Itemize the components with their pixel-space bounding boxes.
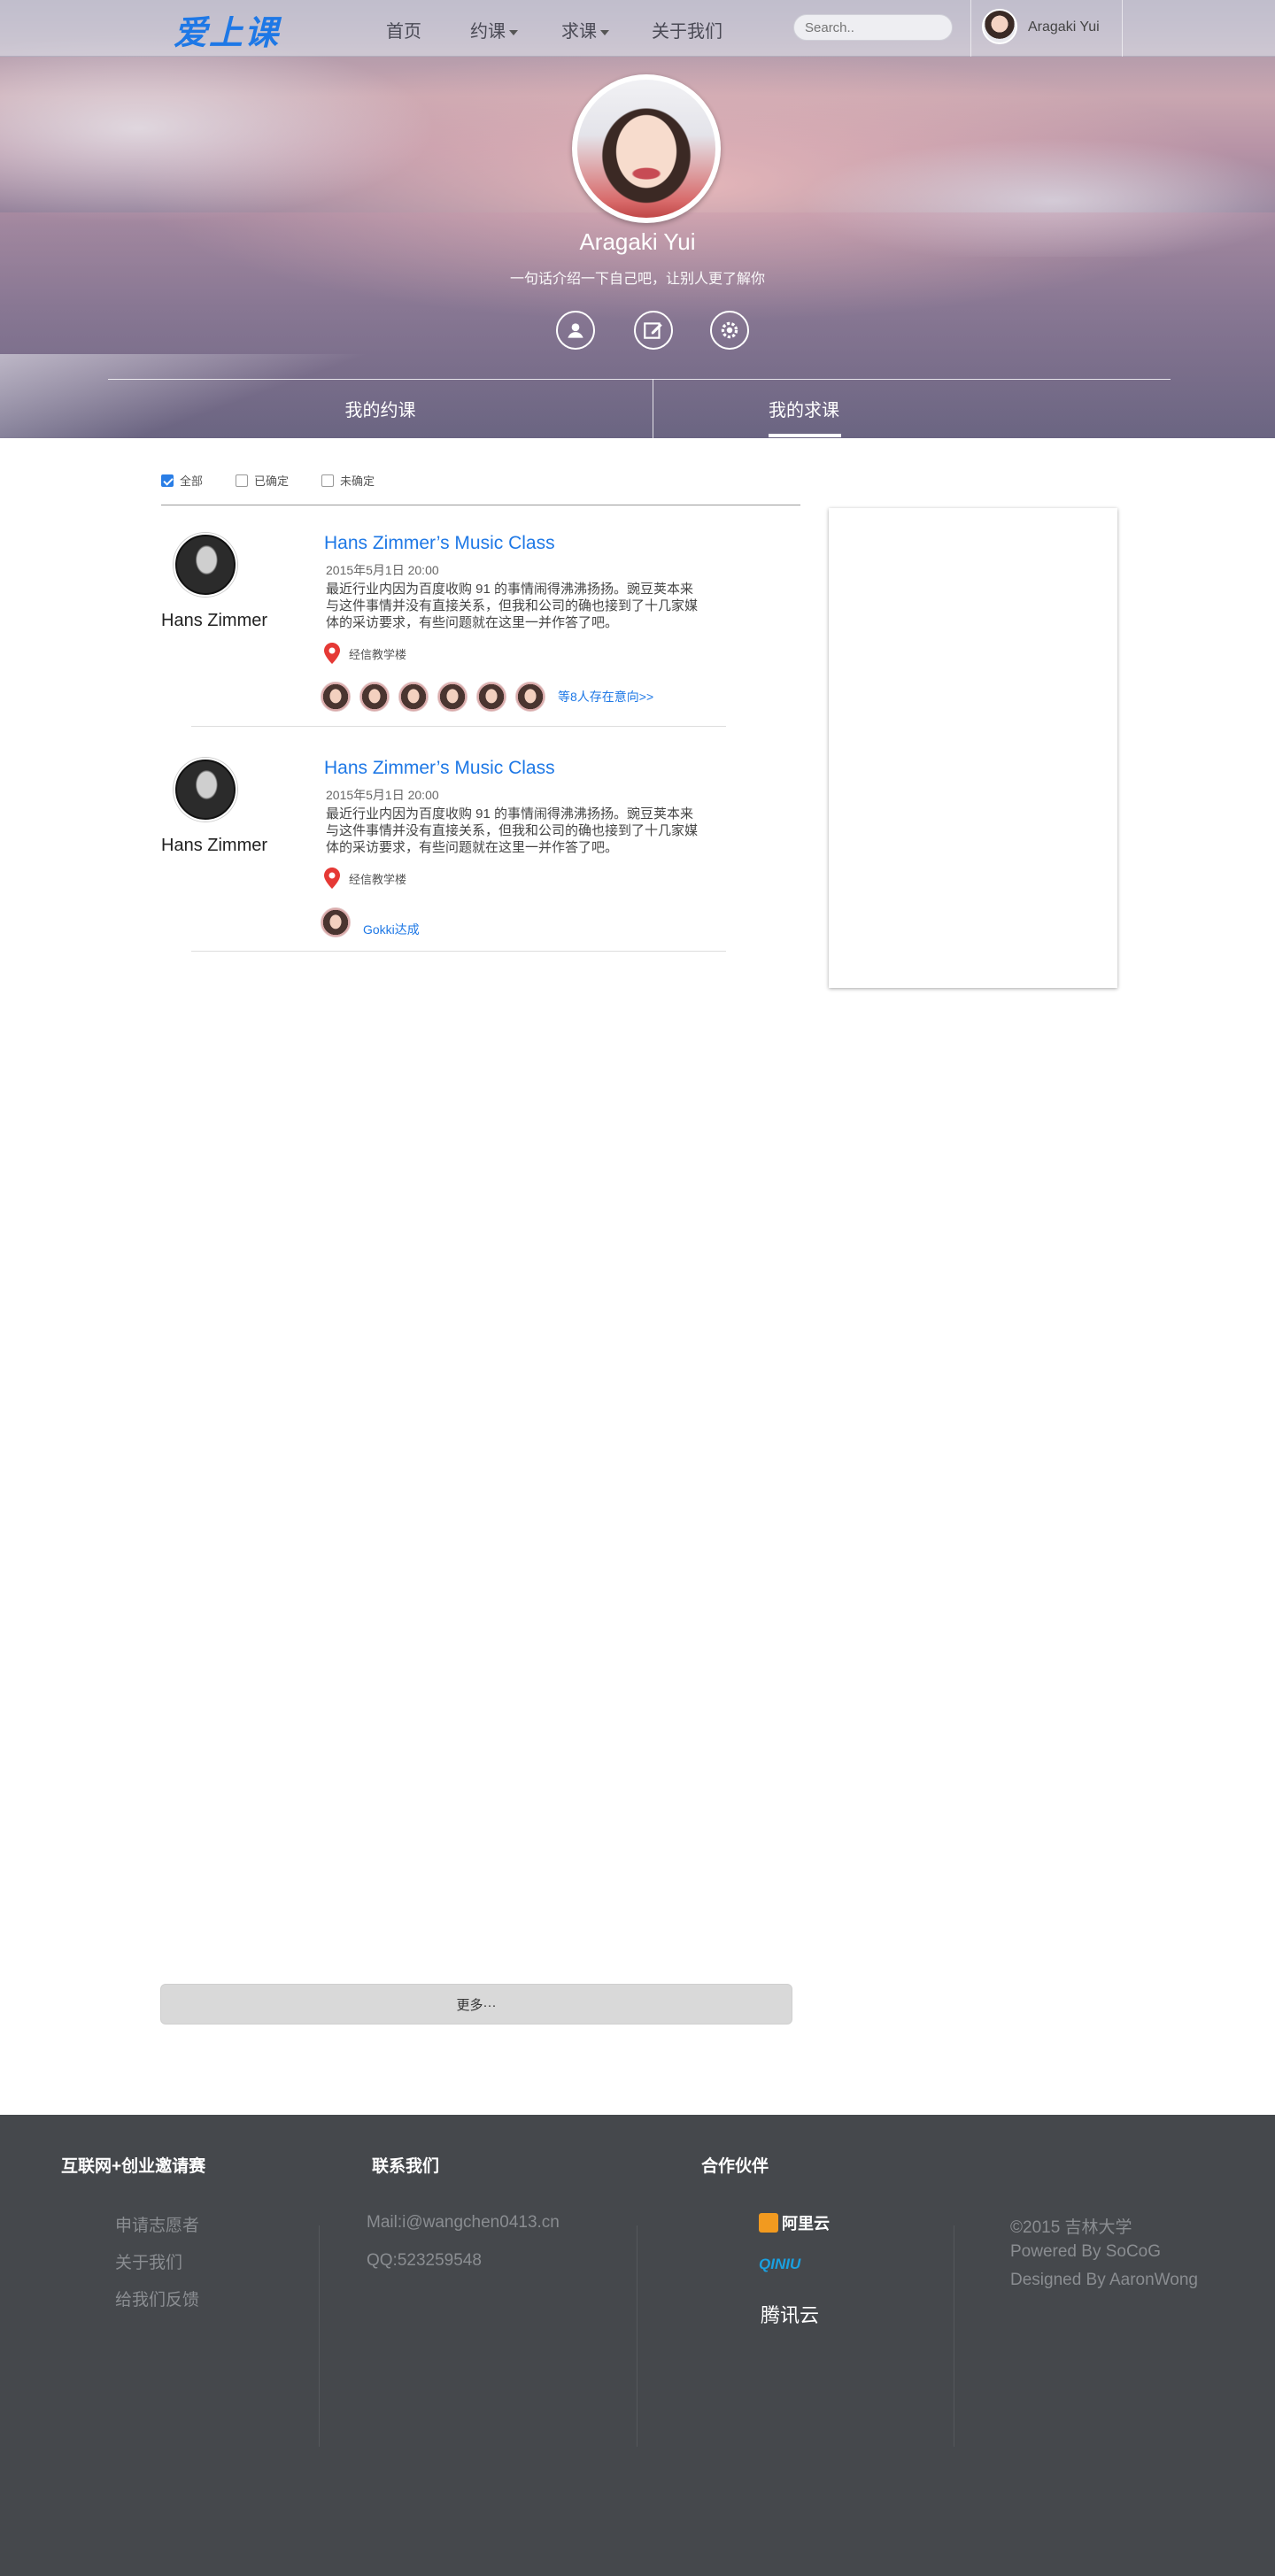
filter-confirmed[interactable]: 已确定 [236,472,289,489]
profile-bio: 一句话介绍一下自己吧，让别人更了解你 [509,272,765,287]
footer [0,2115,1275,2576]
footer-qq: QQ:523259548 [367,2251,482,2270]
footer-link-volunteer[interactable]: 申请志愿者 [115,2212,199,2236]
avatar[interactable] [476,682,506,712]
profile-name: Aragaki Yui [579,228,696,255]
nav-book-class[interactable]: 约课 [470,17,518,42]
course-date: 2015年5月1日 20:00 [326,788,439,802]
avatar[interactable] [321,907,351,937]
tab-my-requests[interactable]: 我的求课 [653,379,954,438]
settings-button[interactable] [710,311,749,350]
footer-title-partners: 合作伙伴 [701,2157,769,2176]
partner-tencent-cloud[interactable]: 腾讯云 [761,2300,819,2328]
avatar [982,9,1017,44]
nav-home[interactable]: 首页 [386,17,421,42]
course-description: 最近行业内因为百度收购 91 的事情闹得沸沸扬扬。豌豆荚本来与这件事情并没有直接… [326,582,699,630]
footer-link-feedback[interactable]: 给我们反馈 [115,2287,199,2310]
footer-title-contest: 互联网+创业邀请赛 [61,2157,206,2176]
checkbox[interactable] [236,474,248,487]
edit-icon [644,322,662,339]
nav-about[interactable]: 关于我们 [652,17,722,42]
footer-title-contact: 联系我们 [372,2157,440,2176]
footer-mail: Mail:i@wangchen0413.cn [367,2213,560,2232]
user-name: Aragaki Yui [1028,19,1100,35]
profile-avatar [572,74,721,223]
location-pin-icon [324,643,340,664]
side-panel [829,508,1117,988]
powered-by-line: Powered By SoCoG [1010,2242,1162,2261]
designed-by-line: Designed By AaronWong [1010,2271,1198,2289]
settings-icon [721,321,738,339]
active-tab-indicator [769,434,841,437]
chevron-down-icon [509,29,518,35]
edit-profile-button[interactable] [634,311,673,350]
course-location: 经信教学楼 [324,868,406,889]
aliyun-logo-icon [759,2213,778,2233]
avatar[interactable] [515,682,545,712]
interested-people: Gokki达成 [321,906,420,938]
avatar[interactable] [398,682,429,712]
interested-count-link[interactable]: 等8人存在意向>> [558,688,653,706]
nav-request-class[interactable]: 求课 [561,17,609,42]
teacher-name[interactable]: Hans Zimmer [161,836,267,856]
user-icon [568,323,583,338]
checkbox[interactable] [321,474,334,487]
teacher-name[interactable]: Hans Zimmer [161,611,267,631]
tab-my-bookings[interactable]: 我的约课 [108,379,653,438]
filter-unconfirmed[interactable]: 未确定 [321,472,375,489]
site-logo[interactable]: 爱上课 [174,5,280,54]
user-menu[interactable]: Aragaki Yui [970,0,1123,57]
top-navbar: 爱上课 首页 约课 求课 关于我们 Aragaki Yui [0,0,1275,57]
footer-link-about[interactable]: 关于我们 [115,2249,182,2273]
filter-all[interactable]: 全部 [161,472,203,489]
avatar[interactable] [359,682,390,712]
course-description: 最近行业内因为百度收购 91 的事情闹得沸沸扬扬。豌豆荚本来与这件事情并没有直接… [326,806,699,855]
course-title[interactable]: Hans Zimmer’s Music Class [324,533,555,554]
checkbox-checked[interactable] [161,474,174,487]
avatar[interactable] [437,682,468,712]
course-location: 经信教学楼 [324,643,406,664]
location-pin-icon [324,868,340,889]
partner-aliyun[interactable]: 阿里云 [759,2211,830,2234]
interested-people: 等8人存在意向>> [321,682,653,712]
copyright-line: ©2015 吉林大学 [1010,2218,1132,2237]
search-input[interactable] [793,14,953,41]
chevron-down-icon [600,29,609,35]
partner-qiniu[interactable]: QINIU [759,2256,800,2273]
load-more-button[interactable]: 更多··· [160,1984,792,2025]
interested-count-link[interactable]: Gokki达成 [363,921,420,938]
course-title[interactable]: Hans Zimmer’s Music Class [324,758,555,779]
teacher-avatar[interactable] [174,758,237,821]
profile-button[interactable] [556,311,595,350]
teacher-avatar[interactable] [174,533,237,597]
avatar[interactable] [321,682,351,712]
course-date: 2015年5月1日 20:00 [326,563,439,577]
